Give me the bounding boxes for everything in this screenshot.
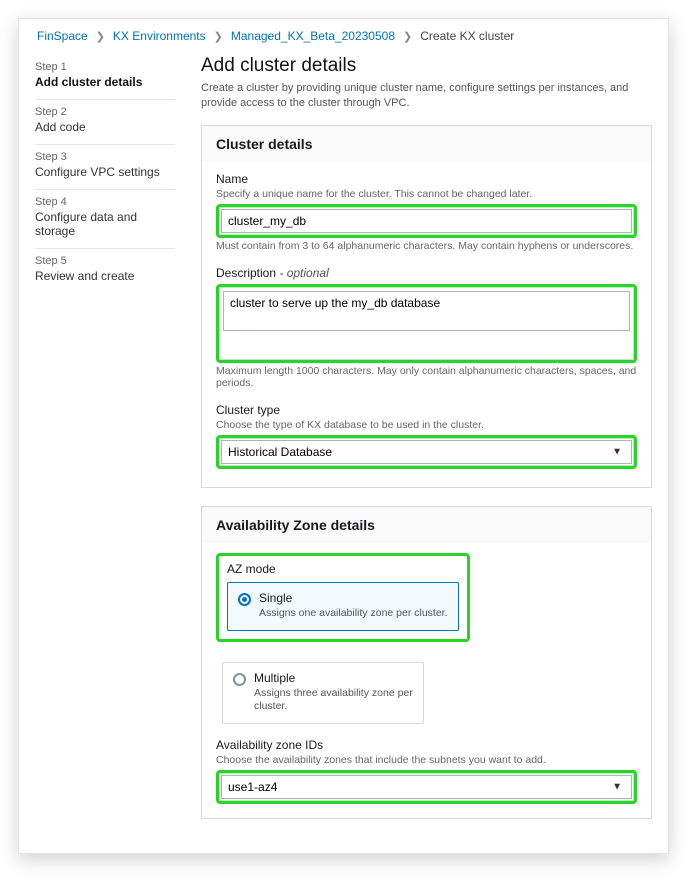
page-title: Add cluster details xyxy=(201,55,652,77)
az-multiple-desc: Assigns three availability zone per clus… xyxy=(254,687,413,713)
wizard-steps: Step 1 Add cluster details Step 2 Add co… xyxy=(35,53,175,837)
az-single-title: Single xyxy=(259,591,448,605)
step-title: Review and create xyxy=(35,269,175,283)
step-number: Step 5 xyxy=(35,255,175,267)
az-ids-select[interactable]: use1-az4 xyxy=(221,775,632,799)
az-mode-field: AZ mode Single Assigns one availability … xyxy=(216,553,637,724)
cluster-type-hint: Choose the type of KX database to be use… xyxy=(216,419,637,431)
cluster-name-input[interactable] xyxy=(221,209,632,233)
az-mode-multiple[interactable]: Multiple Assigns three availability zone… xyxy=(222,662,424,724)
chevron-right-icon: ❯ xyxy=(96,30,105,43)
breadcrumb-link-environment[interactable]: Managed_KX_Beta_20230508 xyxy=(231,29,395,43)
az-single-desc: Assigns one availability zone per cluste… xyxy=(259,607,448,620)
step-title: Configure VPC settings xyxy=(35,165,175,179)
az-mode-label: AZ mode xyxy=(227,562,459,576)
step-add-code[interactable]: Step 2 Add code xyxy=(35,100,175,145)
cluster-type-field: Cluster type Choose the type of KX datab… xyxy=(216,403,637,469)
cluster-details-panel: Cluster details Name Specify a unique na… xyxy=(201,125,652,488)
step-add-cluster-details[interactable]: Step 1 Add cluster details xyxy=(35,55,175,100)
cluster-type-select[interactable]: Historical Database xyxy=(221,440,632,464)
breadcrumb-link-kx-environments[interactable]: KX Environments xyxy=(113,29,206,43)
breadcrumb-link-finspace[interactable]: FinSpace xyxy=(37,29,88,43)
step-configure-data-storage[interactable]: Step 4 Configure data and storage xyxy=(35,190,175,249)
availability-zone-panel: Availability Zone details AZ mode Single… xyxy=(201,506,652,819)
breadcrumb: FinSpace ❯ KX Environments ❯ Managed_KX_… xyxy=(35,25,652,53)
az-mode-single[interactable]: Single Assigns one availability zone per… xyxy=(227,582,459,631)
name-label: Name xyxy=(216,172,637,186)
az-multiple-title: Multiple xyxy=(254,671,413,685)
step-title: Add cluster details xyxy=(35,75,175,89)
step-review-create[interactable]: Step 5 Review and create xyxy=(35,249,175,293)
az-ids-label: Availability zone IDs xyxy=(216,738,637,752)
name-hint: Specify a unique name for the cluster. T… xyxy=(216,188,637,200)
step-title: Configure data and storage xyxy=(35,210,175,238)
step-number: Step 1 xyxy=(35,61,175,73)
az-ids-hint: Choose the availability zones that inclu… xyxy=(216,754,637,766)
step-number: Step 3 xyxy=(35,151,175,163)
radio-icon xyxy=(233,673,246,686)
panel-title: Cluster details xyxy=(202,126,651,162)
radio-icon xyxy=(238,593,251,606)
step-configure-vpc[interactable]: Step 3 Configure VPC settings xyxy=(35,145,175,190)
page-subtitle: Create a cluster by providing unique clu… xyxy=(201,81,652,111)
description-constraint: Maximum length 1000 characters. May only… xyxy=(216,365,637,389)
breadcrumb-current: Create KX cluster xyxy=(420,29,514,43)
step-title: Add code xyxy=(35,120,175,134)
panel-title: Availability Zone details xyxy=(202,507,651,543)
cluster-type-label: Cluster type xyxy=(216,403,637,417)
step-number: Step 2 xyxy=(35,106,175,118)
chevron-right-icon: ❯ xyxy=(403,30,412,43)
description-input[interactable] xyxy=(223,291,630,331)
name-constraint: Must contain from 3 to 64 alphanumeric c… xyxy=(216,240,637,252)
description-field: Description - optional Maximum length 10… xyxy=(216,266,637,389)
description-label: Description - optional xyxy=(216,266,637,280)
chevron-right-icon: ❯ xyxy=(214,30,223,43)
az-ids-field: Availability zone IDs Choose the availab… xyxy=(216,738,637,804)
cluster-name-field: Name Specify a unique name for the clust… xyxy=(216,172,637,252)
step-number: Step 4 xyxy=(35,196,175,208)
